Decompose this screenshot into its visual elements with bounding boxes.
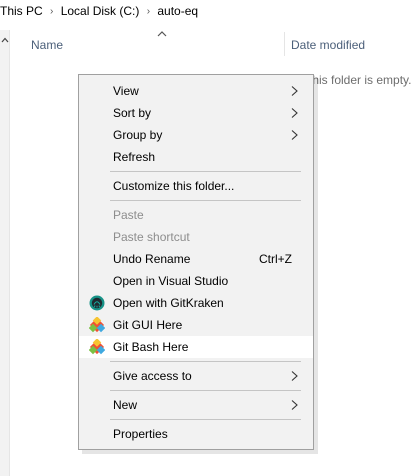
menu-item-paste[interactable]: Paste — [79, 204, 313, 226]
menu-item-new[interactable]: New — [79, 394, 313, 416]
menu-item-label: Paste shortcut — [113, 230, 190, 244]
menu-item-customize-folder[interactable]: Customize this folder... — [79, 175, 313, 197]
breadcrumb-separator-icon[interactable]: › — [139, 6, 157, 17]
menu-item-label: Git GUI Here — [113, 318, 183, 332]
address-bar[interactable]: This PC › Local Disk (C:) › auto-eq — [0, 0, 413, 22]
menu-item-label: New — [113, 398, 138, 412]
menu-item-label: Group by — [113, 128, 163, 142]
menu-item-paste-shortcut[interactable]: Paste shortcut — [79, 226, 313, 248]
menu-item-label: Refresh — [113, 150, 156, 164]
menu-item-undo-rename[interactable]: Undo Rename Ctrl+Z — [79, 248, 313, 270]
menu-separator — [110, 419, 301, 420]
menu-item-give-access[interactable]: Give access to — [79, 365, 313, 387]
navigation-pane[interactable] — [0, 30, 10, 476]
column-header-row: Name Date modified — [11, 30, 413, 58]
submenu-arrow-icon — [289, 107, 299, 119]
menu-item-label: Open with GitKraken — [113, 296, 224, 310]
nav-collapse-icon[interactable] — [0, 34, 10, 46]
empty-folder-message: This folder is empty. — [305, 73, 412, 87]
menu-item-label: Give access to — [113, 369, 192, 383]
git-gui-icon — [88, 316, 106, 333]
menu-separator — [110, 171, 301, 172]
menu-item-label: Properties — [113, 427, 168, 441]
menu-item-label: Undo Rename — [113, 252, 191, 266]
column-date-modified[interactable]: Date modified — [291, 38, 365, 52]
menu-separator — [110, 390, 301, 391]
menu-item-label: Git Bash Here — [113, 340, 189, 354]
column-divider[interactable] — [284, 32, 285, 56]
menu-item-group-by[interactable]: Group by — [79, 124, 313, 146]
menu-item-view[interactable]: View — [79, 80, 313, 102]
breadcrumb-local-disk[interactable]: Local Disk (C:) — [61, 4, 140, 18]
submenu-arrow-icon — [289, 370, 299, 382]
menu-item-properties[interactable]: Properties — [79, 423, 313, 445]
submenu-arrow-icon — [289, 129, 299, 141]
sort-ascending-icon — [157, 30, 167, 40]
column-name[interactable]: Name — [31, 38, 63, 52]
submenu-arrow-icon — [289, 85, 299, 97]
menu-separator — [110, 200, 301, 201]
breadcrumb-this-pc[interactable]: This PC — [0, 4, 43, 18]
menu-item-label: Open in Visual Studio — [113, 274, 229, 288]
menu-item-label: View — [113, 84, 139, 98]
breadcrumb-separator-icon[interactable]: › — [43, 6, 61, 17]
menu-item-shortcut: Ctrl+Z — [259, 252, 292, 266]
menu-item-git-bash[interactable]: Git Bash Here — [79, 336, 313, 358]
menu-item-open-gitkraken[interactable]: Open with GitKraken — [79, 292, 313, 314]
menu-item-sort-by[interactable]: Sort by — [79, 102, 313, 124]
menu-item-label: Paste — [113, 208, 144, 222]
menu-separator — [110, 361, 301, 362]
context-menu: View Sort by Group by Refresh Customize … — [78, 74, 314, 450]
menu-item-label: Sort by — [113, 106, 152, 120]
menu-item-open-visual-studio[interactable]: Open in Visual Studio — [79, 270, 313, 292]
menu-item-git-gui[interactable]: Git GUI Here — [79, 314, 313, 336]
breadcrumb-current-folder[interactable]: auto-eq — [157, 4, 198, 18]
menu-item-refresh[interactable]: Refresh — [79, 146, 313, 168]
gitkraken-icon — [89, 295, 105, 311]
menu-item-label: Customize this folder... — [113, 179, 235, 193]
git-bash-icon — [88, 338, 106, 355]
submenu-arrow-icon — [289, 399, 299, 411]
